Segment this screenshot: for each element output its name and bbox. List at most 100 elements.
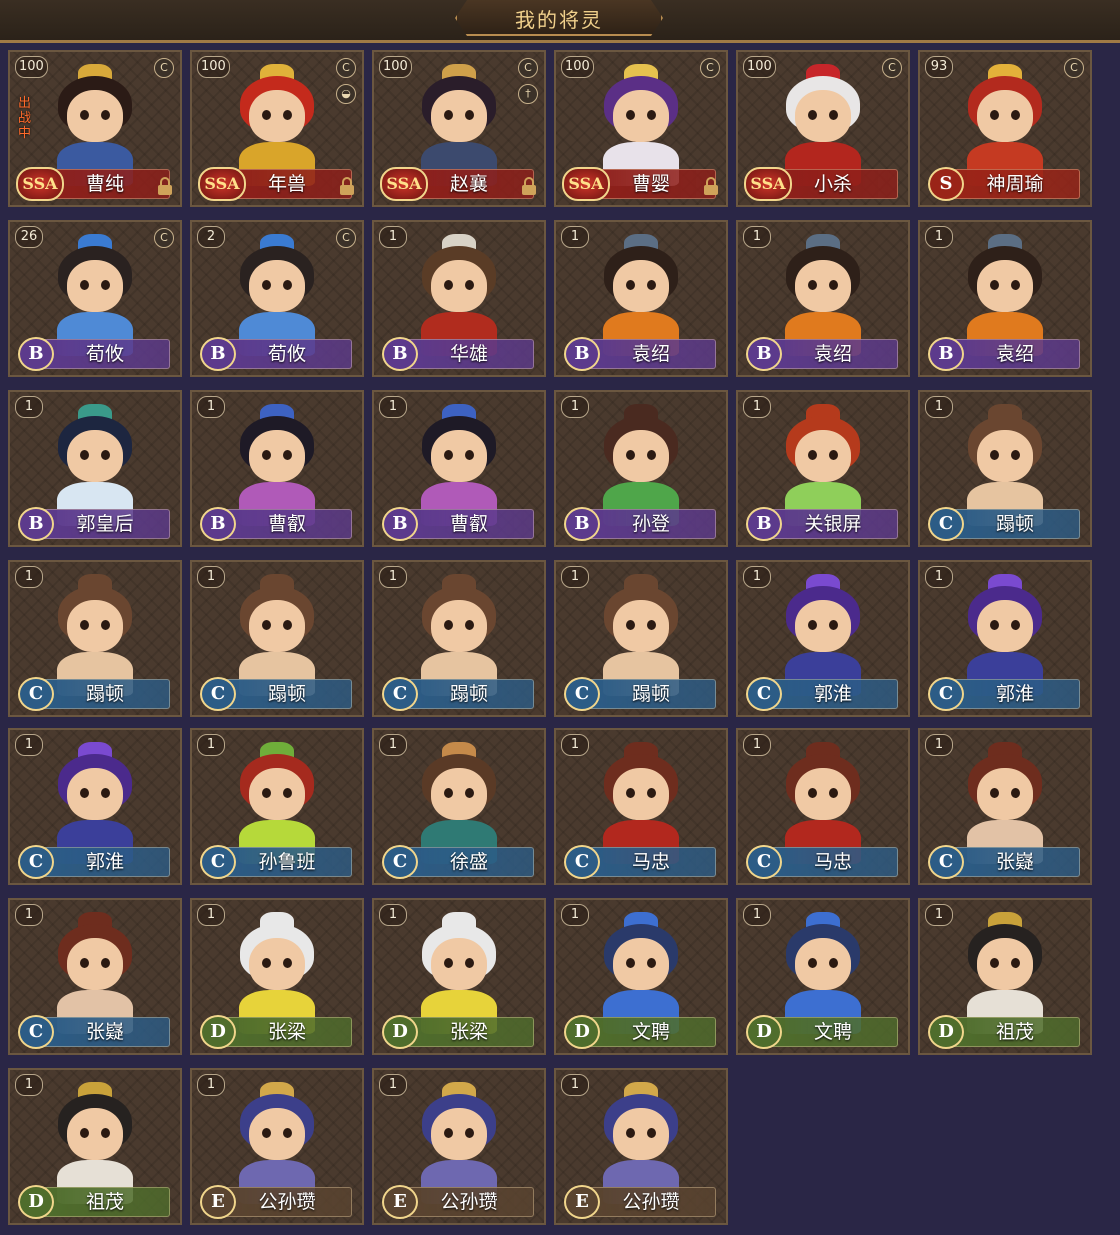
general-card[interactable]: 1 张梁 D — [372, 898, 546, 1055]
general-card[interactable]: 100 C † 赵襄 SSA — [372, 50, 546, 207]
face — [249, 768, 305, 820]
general-card[interactable]: 1 孙鲁班 C — [190, 728, 364, 885]
eye — [808, 280, 817, 290]
rank-emblem: D — [928, 1015, 964, 1049]
general-card[interactable]: 93 C 神周瑜 S — [918, 50, 1092, 207]
eye — [283, 620, 292, 630]
face — [613, 1108, 669, 1160]
eye — [80, 788, 89, 798]
general-card[interactable]: 1 郭淮 C — [736, 560, 910, 717]
general-card[interactable]: 1 祖茂 D — [918, 898, 1092, 1055]
general-card[interactable]: 100 C ◒ 年兽 SSA — [190, 50, 364, 207]
rank-emblem: B — [200, 337, 236, 371]
general-card[interactable]: 1 张嶷 C — [8, 898, 182, 1055]
general-card[interactable]: 1 袁绍 B — [918, 220, 1092, 377]
general-name: 荀攸 — [222, 339, 352, 369]
eye — [465, 958, 474, 968]
general-portrait — [222, 574, 332, 696]
eye — [262, 620, 271, 630]
general-name: 祖茂 — [40, 1187, 170, 1217]
eye — [808, 110, 817, 120]
level-badge: 1 — [379, 734, 407, 756]
currency-icon: C — [1064, 58, 1084, 78]
level-badge: 1 — [561, 396, 589, 418]
general-card[interactable]: 1 蹋顿 C — [372, 560, 546, 717]
rank-emblem: B — [564, 507, 600, 541]
general-card[interactable]: 1 孙登 B — [554, 390, 728, 547]
eye — [444, 958, 453, 968]
general-portrait — [586, 234, 696, 356]
general-card[interactable]: 1 曹叡 B — [372, 390, 546, 547]
eye — [808, 450, 817, 460]
food-icon: ◒ — [336, 84, 356, 104]
level-badge: 1 — [15, 904, 43, 926]
general-card[interactable]: 1 文聘 D — [736, 898, 910, 1055]
general-name: 袁绍 — [950, 339, 1080, 369]
general-name: 郭皇后 — [40, 509, 170, 539]
face — [431, 938, 487, 990]
general-card[interactable]: 1 文聘 D — [554, 898, 728, 1055]
general-portrait — [768, 574, 878, 696]
general-card[interactable]: 1 郭淮 C — [918, 560, 1092, 717]
level-badge: 1 — [743, 396, 771, 418]
general-card[interactable]: 2 C 荀攸 B — [190, 220, 364, 377]
general-card[interactable]: 1 蹋顿 C — [918, 390, 1092, 547]
general-card[interactable]: 1 祖茂 D — [8, 1068, 182, 1225]
rank-emblem: D — [382, 1015, 418, 1049]
lock-icon — [158, 177, 172, 195]
general-card[interactable]: 100 C 曹婴 SSA — [554, 50, 728, 207]
general-card[interactable]: 1 公孙瓒 E — [554, 1068, 728, 1225]
general-name: 荀攸 — [40, 339, 170, 369]
eye — [647, 620, 656, 630]
general-card[interactable]: 1 曹叡 B — [190, 390, 364, 547]
general-name: 袁绍 — [768, 339, 898, 369]
general-card[interactable]: 100 C 小杀 SSA — [736, 50, 910, 207]
general-card[interactable]: 1 马忠 C — [736, 728, 910, 885]
general-card[interactable]: 100 C 出战中 曹纯 SSA — [8, 50, 182, 207]
eye — [444, 450, 453, 460]
level-badge: 1 — [197, 566, 225, 588]
currency-icon: C — [154, 58, 174, 78]
face — [431, 600, 487, 652]
eye — [626, 110, 635, 120]
eye — [829, 110, 838, 120]
face — [613, 938, 669, 990]
general-card[interactable]: 1 郭淮 C — [8, 728, 182, 885]
general-card[interactable]: 26 C 荀攸 B — [8, 220, 182, 377]
general-card[interactable]: 1 马忠 C — [554, 728, 728, 885]
eye — [808, 788, 817, 798]
general-card[interactable]: 1 华雄 B — [372, 220, 546, 377]
general-portrait — [222, 742, 332, 864]
face — [795, 260, 851, 312]
general-card[interactable]: 1 张嶷 C — [918, 728, 1092, 885]
general-card[interactable]: 1 关银屏 B — [736, 390, 910, 547]
face — [977, 768, 1033, 820]
general-card[interactable]: 1 蹋顿 C — [8, 560, 182, 717]
rank-emblem: SSA — [16, 167, 64, 201]
eye — [1011, 110, 1020, 120]
general-card[interactable]: 1 徐盛 C — [372, 728, 546, 885]
level-badge: 1 — [15, 566, 43, 588]
general-name: 神周瑜 — [950, 169, 1080, 199]
general-card[interactable]: 1 公孙瓒 E — [372, 1068, 546, 1225]
eye — [990, 280, 999, 290]
general-card[interactable]: 1 袁绍 B — [554, 220, 728, 377]
general-name: 马忠 — [768, 847, 898, 877]
general-card[interactable]: 1 蹋顿 C — [190, 560, 364, 717]
rank-emblem: C — [382, 845, 418, 879]
eye — [465, 280, 474, 290]
lock-icon — [704, 177, 718, 195]
general-card[interactable]: 1 公孙瓒 E — [190, 1068, 364, 1225]
general-portrait — [222, 1082, 332, 1204]
rank-emblem: S — [928, 167, 964, 201]
level-badge: 1 — [925, 904, 953, 926]
face — [67, 1108, 123, 1160]
level-badge: 1 — [561, 226, 589, 248]
face — [431, 430, 487, 482]
general-card[interactable]: 1 袁绍 B — [736, 220, 910, 377]
general-card[interactable]: 1 蹋顿 C — [554, 560, 728, 717]
general-card[interactable]: 1 张梁 D — [190, 898, 364, 1055]
rank-emblem: B — [746, 337, 782, 371]
general-card[interactable]: 1 郭皇后 B — [8, 390, 182, 547]
general-name: 袁绍 — [586, 339, 716, 369]
